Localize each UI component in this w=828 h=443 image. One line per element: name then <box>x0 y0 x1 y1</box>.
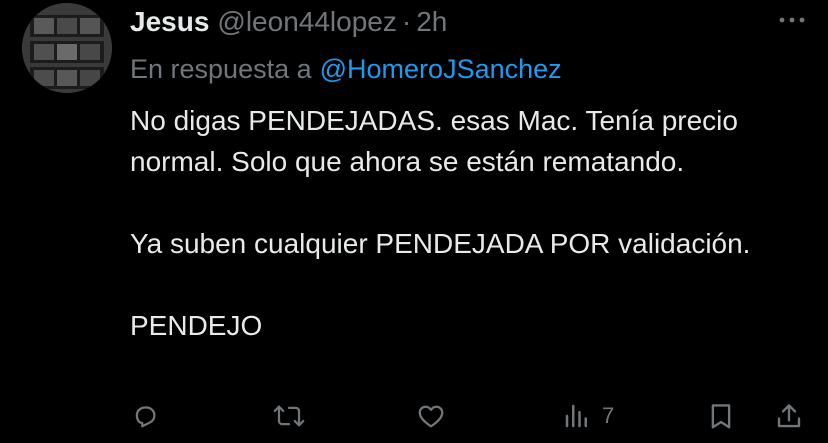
share-icon <box>777 404 801 428</box>
tweet[interactable]: Jesus @leon44lopez · 2h En respuesta a @… <box>0 0 828 443</box>
avatar[interactable] <box>22 3 112 93</box>
tweet-paragraph: Ya suben cualquier PENDEJADA POR validac… <box>130 228 751 259</box>
reply-icon <box>135 406 156 428</box>
tweet-paragraph: PENDEJO <box>130 310 263 341</box>
reply-button[interactable] <box>130 396 160 436</box>
views-button[interactable]: 7 <box>562 396 614 436</box>
user-handle[interactable]: @leon44lopez <box>217 6 396 38</box>
action-bar: 7 <box>130 396 810 436</box>
share-button[interactable] <box>774 396 804 436</box>
reply-context: En respuesta a @HomeroJSanchez <box>130 50 562 88</box>
avatar-image <box>22 3 112 93</box>
views-count: 7 <box>602 403 615 428</box>
views-chart-icon <box>565 404 587 428</box>
retweet-icon <box>273 405 305 427</box>
tweet-text: No digas PENDEJADAS. esas Mac. Tenía pre… <box>130 100 810 346</box>
timestamp[interactable]: 2h <box>416 6 447 38</box>
heart-icon <box>418 405 444 428</box>
separator: · <box>401 6 412 37</box>
like-button[interactable] <box>416 396 446 436</box>
tweet-header: Jesus @leon44lopez · 2h <box>130 2 447 42</box>
more-dots-icon <box>779 17 805 23</box>
reply-prefix: En respuesta a <box>130 53 312 84</box>
display-name[interactable]: Jesus <box>130 6 209 38</box>
retweet-button[interactable] <box>272 396 306 436</box>
bookmark-button[interactable] <box>706 396 736 436</box>
bookmark-icon <box>711 404 731 429</box>
tweet-paragraph: No digas PENDEJADAS. esas Mac. Tenía pre… <box>130 105 738 177</box>
reply-mention-link[interactable]: @HomeroJSanchez <box>320 54 562 85</box>
more-options-button[interactable] <box>778 10 806 30</box>
